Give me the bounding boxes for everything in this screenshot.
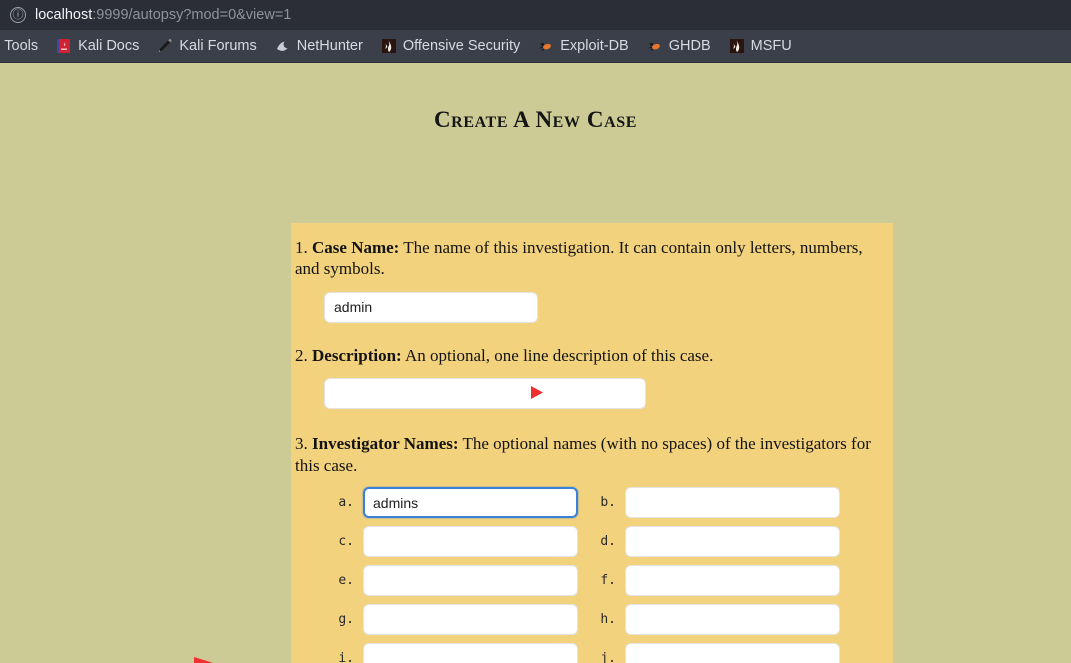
- bookmark-kali-forums[interactable]: Kali Forums: [148, 30, 265, 62]
- dragon-icon: [381, 38, 397, 54]
- browser-url-bar[interactable]: ⓘ localhost:9999/autopsy?mod=0&view=1: [0, 0, 1071, 30]
- bookmark-label: Kali Forums: [179, 37, 257, 54]
- bookmark-offensive-security[interactable]: Offensive Security: [372, 30, 529, 62]
- investigator-label-j: j.: [600, 651, 616, 663]
- bookmark-label: MSFU: [750, 37, 792, 54]
- investigator-input-b[interactable]: [625, 487, 840, 519]
- case-name-input[interactable]: [324, 291, 538, 323]
- nethunter-icon: [275, 38, 291, 54]
- page-content: Create A New Case 1. Case Name: The name…: [0, 63, 1071, 663]
- bookmark-label: ali Tools: [0, 37, 39, 54]
- investigator-input-f[interactable]: [625, 565, 840, 597]
- question-number: 3.: [295, 434, 308, 454]
- case-name-question: 1. Case Name: The name of this investiga…: [291, 237, 893, 280]
- investigators-question: 3. Investigator Names: The optional name…: [291, 409, 893, 476]
- investigator-label-d: d.: [600, 534, 616, 550]
- bookmark-label: Offensive Security: [402, 37, 521, 54]
- investigator-input-a[interactable]: [363, 487, 578, 519]
- book-icon: [56, 38, 72, 54]
- page-title: Create A New Case: [433, 107, 638, 132]
- investigator-input-c[interactable]: [363, 526, 578, 558]
- description-question: 2. Description: An optional, one line de…: [291, 323, 893, 366]
- bookmark-kali-docs[interactable]: Kali Docs: [47, 30, 148, 62]
- investigator-label-e: e.: [338, 573, 354, 589]
- investigator-label-c: c.: [338, 534, 354, 550]
- browser-chrome: ⓘ localhost:9999/autopsy?mod=0&view=1 al…: [0, 0, 1071, 63]
- investigator-label-g: g.: [338, 612, 354, 628]
- question-label: Case Name:: [312, 238, 400, 257]
- bookmark-nethunter[interactable]: NetHunter: [266, 30, 372, 62]
- investigator-input-i[interactable]: [363, 643, 578, 663]
- url-text: localhost:9999/autopsy?mod=0&view=1: [35, 7, 291, 23]
- investigator-input-h[interactable]: [625, 604, 840, 636]
- question-label: Description:: [312, 345, 402, 365]
- bug-icon: [647, 38, 663, 54]
- site-info-icon[interactable]: ⓘ: [10, 7, 26, 23]
- bookmark-label: Kali Docs: [78, 37, 140, 54]
- url-path: :9999/autopsy?mod=0&view=1: [92, 7, 292, 23]
- investigator-fields-grid: a. b. c. d. e. f. g. h. i. j.: [291, 487, 893, 663]
- investigator-input-e[interactable]: [363, 565, 578, 597]
- bookmark-label: Exploit-DB: [560, 37, 629, 54]
- description-input[interactable]: [324, 378, 646, 410]
- bookmark-msfu[interactable]: MSFU: [720, 30, 801, 62]
- bookmarks-bar: ali Tools Kali Docs Kali Forums NetHunte…: [0, 30, 1071, 63]
- question-label: Investigator Names:: [312, 434, 459, 454]
- bookmark-label: NetHunter: [296, 37, 363, 54]
- investigator-input-g[interactable]: [363, 604, 578, 636]
- bookmark-ghdb[interactable]: GHDB: [638, 30, 720, 62]
- url-host: localhost: [35, 7, 93, 23]
- bookmark-exploit-db[interactable]: Exploit-DB: [529, 30, 638, 62]
- investigator-label-i: i.: [338, 651, 354, 663]
- investigator-input-d[interactable]: [625, 526, 840, 558]
- dragon-icon: [729, 38, 745, 54]
- investigator-label-f: f.: [600, 573, 616, 589]
- investigator-label-h: h.: [600, 612, 616, 628]
- investigator-label-b: b.: [600, 495, 616, 511]
- create-case-form: 1. Case Name: The name of this investiga…: [291, 223, 893, 663]
- case-name-row: [291, 280, 893, 323]
- description-row: [291, 366, 893, 410]
- question-number: 1.: [295, 238, 308, 257]
- investigator-input-j[interactable]: [625, 643, 840, 663]
- investigator-label-a: a.: [338, 495, 354, 511]
- bookmark-kali-tools[interactable]: ali Tools: [0, 30, 47, 62]
- question-description: An optional, one line description of thi…: [405, 345, 714, 365]
- question-number: 2.: [295, 345, 308, 365]
- bug-icon: [538, 38, 554, 54]
- bookmark-label: GHDB: [668, 37, 711, 54]
- pen-icon: [157, 38, 173, 54]
